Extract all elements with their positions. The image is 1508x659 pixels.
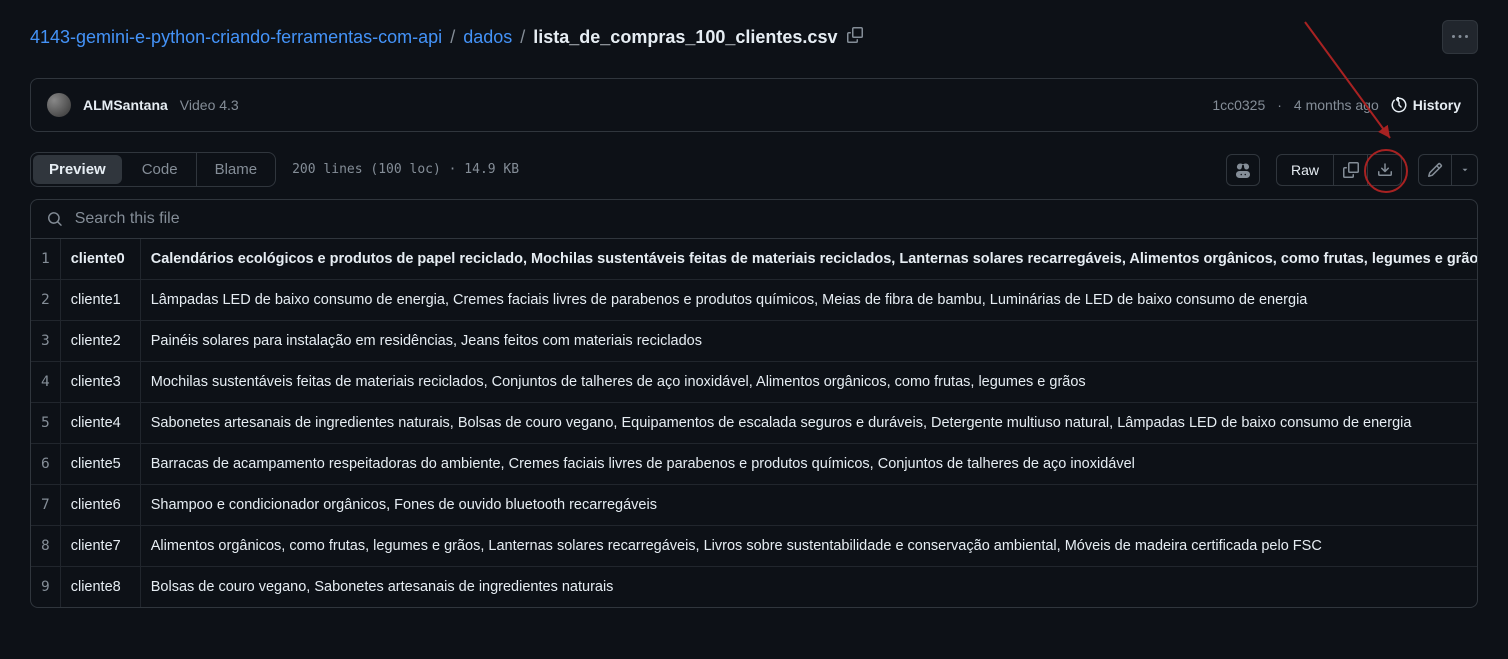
tab-preview[interactable]: Preview [33,155,122,184]
line-number[interactable]: 6 [31,444,60,485]
csv-value-cell: Bolsas de couro vegano, Sabonetes artesa… [140,567,1478,608]
edit-dropdown-button[interactable] [1452,154,1478,186]
table-row: 8cliente7Alimentos orgânicos, como fruta… [31,526,1478,567]
line-number[interactable]: 2 [31,280,60,321]
file-search-bar[interactable] [30,199,1478,239]
copy-raw-button[interactable] [1334,154,1368,186]
table-row: 7cliente6Shampoo e condicionador orgânic… [31,485,1478,526]
caret-down-icon [1460,165,1470,175]
commit-age: 4 months ago [1294,97,1379,113]
download-icon [1377,162,1393,178]
csv-value-cell: Lâmpadas LED de baixo consumo de energia… [140,280,1478,321]
csv-key-cell: cliente5 [60,444,140,485]
csv-value-cell: Alimentos orgânicos, como frutas, legume… [140,526,1478,567]
csv-key-cell: cliente4 [60,403,140,444]
search-icon [47,211,63,227]
table-row: 4cliente3Mochilas sustentáveis feitas de… [31,362,1478,403]
commit-message[interactable]: Video 4.3 [180,97,239,113]
commit-sep: · [1277,97,1282,113]
table-row: 2cliente1Lâmpadas LED de baixo consumo d… [31,280,1478,321]
csv-value-cell: Shampoo e condicionador orgânicos, Fones… [140,485,1478,526]
csv-key-cell: cliente0 [60,239,140,280]
edit-button[interactable] [1418,154,1452,186]
csv-key-cell: cliente7 [60,526,140,567]
edit-button-group [1418,154,1478,186]
history-link[interactable]: History [1391,97,1461,113]
csv-key-cell: cliente1 [60,280,140,321]
file-toolbar: Preview Code Blame 200 lines (100 loc) ·… [30,152,1478,187]
line-number[interactable]: 4 [31,362,60,403]
line-number[interactable]: 1 [31,239,60,280]
csv-key-cell: cliente8 [60,567,140,608]
breadcrumb-sep: / [520,27,525,48]
raw-button-group: Raw [1276,154,1402,186]
breadcrumb-sep: / [450,27,455,48]
search-input[interactable] [75,210,1461,228]
csv-key-cell: cliente3 [60,362,140,403]
csv-table-wrap: 1cliente0Calendários ecológicos e produt… [30,239,1478,608]
table-row: 9cliente8Bolsas de couro vegano, Sabonet… [31,567,1478,608]
table-row: 3cliente2Painéis solares para instalação… [31,321,1478,362]
more-button[interactable] [1442,20,1478,54]
table-row: 5cliente4Sabonetes artesanais de ingredi… [31,403,1478,444]
commit-panel: ALMSantana Video 4.3 1cc0325 · 4 months … [30,78,1478,132]
copilot-icon [1235,162,1251,178]
breadcrumb-dir[interactable]: dados [463,27,512,48]
line-number[interactable]: 9 [31,567,60,608]
view-tab-group: Preview Code Blame [30,152,276,187]
csv-key-cell: cliente2 [60,321,140,362]
csv-key-cell: cliente6 [60,485,140,526]
csv-value-cell: Painéis solares para instalação em resid… [140,321,1478,362]
copy-icon [1343,162,1359,178]
breadcrumb-repo[interactable]: 4143-gemini-e-python-criando-ferramentas… [30,27,442,48]
commit-sha[interactable]: 1cc0325 [1212,97,1265,113]
csv-value-cell: Mochilas sustentáveis feitas de materiai… [140,362,1478,403]
download-button[interactable] [1368,154,1402,186]
history-label: History [1413,97,1461,113]
avatar[interactable] [47,93,71,117]
table-row: 1cliente0Calendários ecológicos e produt… [31,239,1478,280]
line-number[interactable]: 5 [31,403,60,444]
tab-code[interactable]: Code [124,153,196,186]
table-row: 6cliente5Barracas de acampamento respeit… [31,444,1478,485]
line-number[interactable]: 3 [31,321,60,362]
line-number[interactable]: 8 [31,526,60,567]
breadcrumb: 4143-gemini-e-python-criando-ferramentas… [30,20,1478,54]
csv-value-cell: Calendários ecológicos e produtos de pap… [140,239,1478,280]
history-icon [1391,97,1407,113]
file-meta: 200 lines (100 loc) · 14.9 KB [292,162,519,177]
csv-value-cell: Barracas de acampamento respeitadoras do… [140,444,1478,485]
line-number[interactable]: 7 [31,485,60,526]
raw-button[interactable]: Raw [1276,154,1334,186]
tab-blame[interactable]: Blame [196,153,276,186]
copilot-button[interactable] [1226,154,1260,186]
csv-value-cell: Sabonetes artesanais de ingredientes nat… [140,403,1478,444]
pencil-icon [1427,162,1443,178]
csv-table: 1cliente0Calendários ecológicos e produt… [31,239,1478,607]
copy-path-icon[interactable] [845,25,865,50]
breadcrumb-file: lista_de_compras_100_clientes.csv [533,27,837,48]
commit-author[interactable]: ALMSantana [83,97,168,113]
